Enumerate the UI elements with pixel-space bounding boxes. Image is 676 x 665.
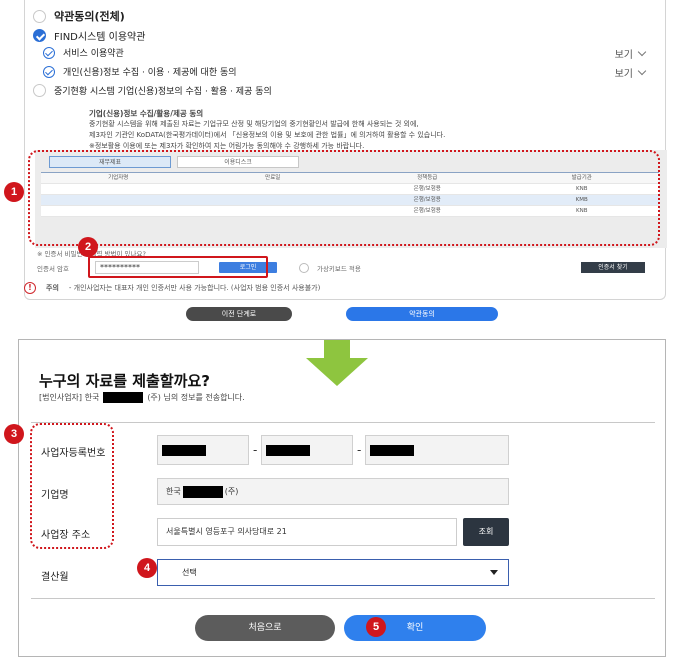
company-prefix: 한국 — [166, 487, 181, 496]
company-name-field: 한국 (주) — [157, 478, 509, 505]
step-badge-2: 2 — [78, 237, 98, 257]
virtual-keyboard-label: 가상키보드 적용 — [316, 264, 361, 273]
sme-terms-radio[interactable] — [33, 84, 46, 97]
sme-terms-label: 중기현황 시스템 기업(신용)정보의 수집 · 활용 · 제공 동의 — [54, 87, 272, 97]
business-number-field-3[interactable] — [365, 435, 509, 465]
service-terms-row[interactable]: 서비스 이용약관 — [43, 46, 124, 59]
view-label: 보기 — [614, 69, 633, 80]
sme-terms-row[interactable]: 중기현황 시스템 기업(신용)정보의 수집 · 활용 · 제공 동의 — [33, 84, 272, 97]
info-line: 중기현황 시스템을 위해 제출된 자료는 기업규모 산정 및 해당기업의 중기현… — [89, 120, 419, 128]
service-terms-check-icon[interactable] — [43, 46, 55, 59]
find-terms-row[interactable]: FIND시스템 이용약관 — [33, 28, 145, 43]
step-badge-3: 3 — [4, 424, 24, 444]
exclamation-icon: ! — [24, 282, 36, 294]
info-title: 기업(신용)정보 수집/활용/제공 동의 — [89, 109, 204, 118]
password-label: 인증서 암호 — [37, 264, 69, 273]
go-first-button[interactable]: 처음으로 — [195, 615, 335, 641]
find-certificate-button[interactable]: 인증서 찾기 — [581, 262, 645, 273]
dash-separator: - — [253, 443, 258, 457]
personal-info-terms-row[interactable]: 개인(신용)정보 수집 · 이용 · 제공에 대한 동의 — [43, 65, 237, 78]
divider — [31, 422, 655, 423]
closing-month-select[interactable]: 선택 — [157, 559, 509, 586]
personal-info-view-link[interactable]: 보기 — [614, 65, 647, 80]
agree-all-label: 약관동의(전체) — [54, 10, 125, 23]
view-label: 보기 — [614, 50, 633, 61]
company-suffix: (주) — [224, 487, 239, 496]
step-badge-1: 1 — [4, 182, 24, 202]
agree-terms-button[interactable]: 약관동의 — [346, 307, 498, 321]
modal-subtitle: [법인사업자] 한국 (주) 님의 정보를 전송합니다. — [39, 392, 245, 403]
agree-all-row[interactable]: 약관동의(전체) — [33, 8, 125, 24]
address-search-button[interactable]: 조회 — [463, 518, 509, 546]
service-terms-label: 서비스 이용약관 — [63, 49, 124, 59]
dash-separator: - — [357, 443, 362, 457]
arrow-down-icon — [306, 340, 368, 386]
redacted-value — [162, 445, 206, 456]
service-terms-view-link[interactable]: 보기 — [614, 46, 647, 61]
redacted-value — [266, 445, 310, 456]
submitter-modal: 누구의 자료를 제출할까요? [법인사업자] 한국 (주) 님의 정보를 전송합… — [18, 339, 666, 657]
sme-terms-info: 기업(신용)정보 수집/활용/제공 동의 중기현황 시스템을 위해 제출된 자료… — [89, 108, 649, 152]
previous-step-button[interactable]: 이전 단계로 — [186, 307, 292, 321]
business-address-input[interactable]: 서울특별시 영등포구 의사당대로 21 — [157, 518, 457, 546]
redacted-company-name — [182, 485, 223, 498]
info-line: 제3자인 기관인 KoDATA(한국평가데이터)에서 「신용정보의 이용 및 보… — [89, 131, 446, 139]
chevron-down-icon — [637, 66, 647, 76]
subtitle-suffix: (주) 님의 정보를 전송합니다. — [147, 393, 245, 402]
step-badge-5: 5 — [366, 617, 386, 637]
highlight-password-input — [88, 256, 268, 278]
caution-row: ! 주의 - 개인사업자는 대표자 개인 인증서만 사용 가능합니다. (사업자… — [24, 282, 320, 294]
divider — [31, 598, 655, 599]
chevron-down-icon — [637, 47, 647, 57]
business-number-field-1[interactable] — [157, 435, 249, 465]
closing-month-value: 선택 — [182, 568, 197, 577]
closing-month-label: 결산월 — [41, 572, 69, 583]
highlight-certificate-area — [28, 150, 660, 246]
agree-all-radio[interactable] — [33, 9, 46, 23]
redacted-company-name — [103, 392, 144, 403]
find-terms-label: FIND시스템 이용약관 — [54, 32, 146, 43]
subtitle-prefix: [법인사업자] 한국 — [39, 393, 100, 402]
virtual-keyboard-radio[interactable] — [298, 262, 309, 273]
caret-down-icon — [490, 570, 498, 575]
personal-info-check-icon[interactable] — [43, 65, 55, 78]
caution-label: 주의 — [46, 284, 59, 292]
personal-info-label: 개인(신용)정보 수집 · 이용 · 제공에 대한 동의 — [63, 68, 237, 78]
modal-title: 누구의 자료를 제출할까요? — [39, 372, 210, 390]
caution-text: - 개인사업자는 대표자 개인 인증서만 사용 가능합니다. (사업자 범용 인… — [68, 284, 321, 292]
highlight-business-info-labels — [30, 423, 114, 549]
redacted-value — [370, 445, 414, 456]
business-number-field-2[interactable] — [261, 435, 353, 465]
find-terms-checkbox[interactable] — [33, 29, 46, 42]
step-badge-4: 4 — [137, 558, 157, 578]
